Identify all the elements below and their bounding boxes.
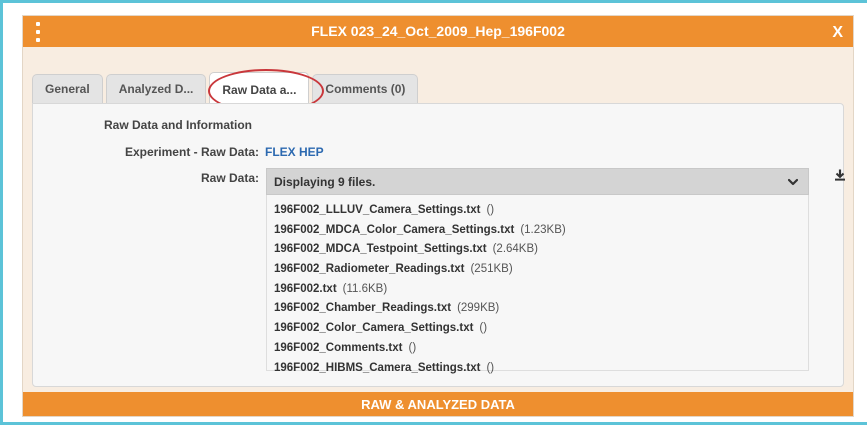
file-name: 196F002.txt [274,282,337,295]
file-item[interactable]: 196F002_Radiometer_Readings.txt (251KB) [267,260,808,280]
file-size: () [479,322,488,335]
raw-data-panel: Raw Data and Information Experiment - Ra… [32,103,844,387]
tab-bar: General Analyzed D... Raw Data a... Comm… [32,72,421,105]
file-name: 196F002_MDCA_Testpoint_Settings.txt [274,243,487,256]
file-list: 196F002_LLLUV_Camera_Settings.txt () 196F… [266,195,809,374]
file-item[interactable]: 196F002_Comments.txt () [267,339,808,359]
experiment-label: Experiment - Raw Data: [124,145,259,159]
dialog-titlebar: FLEX 023_24_Oct_2009_Hep_196F002 X [23,16,853,47]
files-dropdown[interactable]: Displaying 9 files. [266,168,809,195]
file-item[interactable]: 196F002_Chamber_Readings.txt (299KB) [267,299,808,319]
dialog-title: FLEX 023_24_Oct_2009_Hep_196F002 [311,23,565,39]
tab-raw-data[interactable]: Raw Data a... [209,72,310,105]
tab-general[interactable]: General [32,74,103,104]
file-name: 196F002_MDCA_Color_Camera_Settings.txt [274,223,515,236]
file-size: (251KB) [470,263,513,276]
file-size: (2.64KB) [492,243,538,256]
file-name: 196F002_Chamber_Readings.txt [274,302,452,315]
file-size: () [486,204,495,216]
file-item[interactable]: 196F002_MDCA_Color_Camera_Settings.txt (1… [267,221,808,241]
tab-analyzed-data[interactable]: Analyzed D... [105,74,207,104]
dataset-dialog: FLEX 023_24_Oct_2009_Hep_196F002 X Gener… [22,15,854,417]
raw-analyzed-data-bar[interactable]: RAW & ANALYZED DATA [23,392,853,416]
tab-comments[interactable]: Comments (0) [312,74,419,104]
raw-data-label: Raw Data: [200,171,259,185]
file-item[interactable]: 196F002_MDCA_Testpoint_Settings.txt (2.64… [267,240,808,260]
file-item[interactable]: 196F002_LLLUV_Camera_Settings.txt () [267,201,808,221]
file-item[interactable]: 196F002_Color_Camera_Settings.txt () [267,319,808,339]
window-frame: FLEX 023_24_Oct_2009_Hep_196F002 X Gener… [0,0,867,425]
chevron-down-icon [788,178,798,186]
file-size: (11.6KB) [342,282,388,295]
file-size: () [486,361,495,374]
file-size: (299KB) [457,302,500,315]
file-name: 196F002_Radiometer_Readings.txt [274,263,465,276]
file-item[interactable]: 196F002.txt (11.6KB) [267,280,808,300]
file-name: 196F002_LLLUV_Camera_Settings.txt [274,204,481,216]
file-item[interactable]: 196F002_HIBMS_Camera_Settings.txt () [267,359,808,379]
close-button[interactable]: X [832,16,843,47]
download-icon[interactable] [834,169,846,181]
dropdown-selected-text: Displaying 9 files. [274,175,376,189]
file-name: 196F002_Comments.txt [274,341,403,354]
file-name: 196F002_Color_Camera_Settings.txt [274,322,474,335]
file-size: (1.23KB) [520,223,566,236]
file-size: () [408,341,417,354]
file-name: 196F002_HIBMS_Camera_Settings.txt [274,361,481,374]
experiment-link[interactable]: FLEX HEP [265,145,324,159]
section-heading: Raw Data and Information [104,118,253,132]
